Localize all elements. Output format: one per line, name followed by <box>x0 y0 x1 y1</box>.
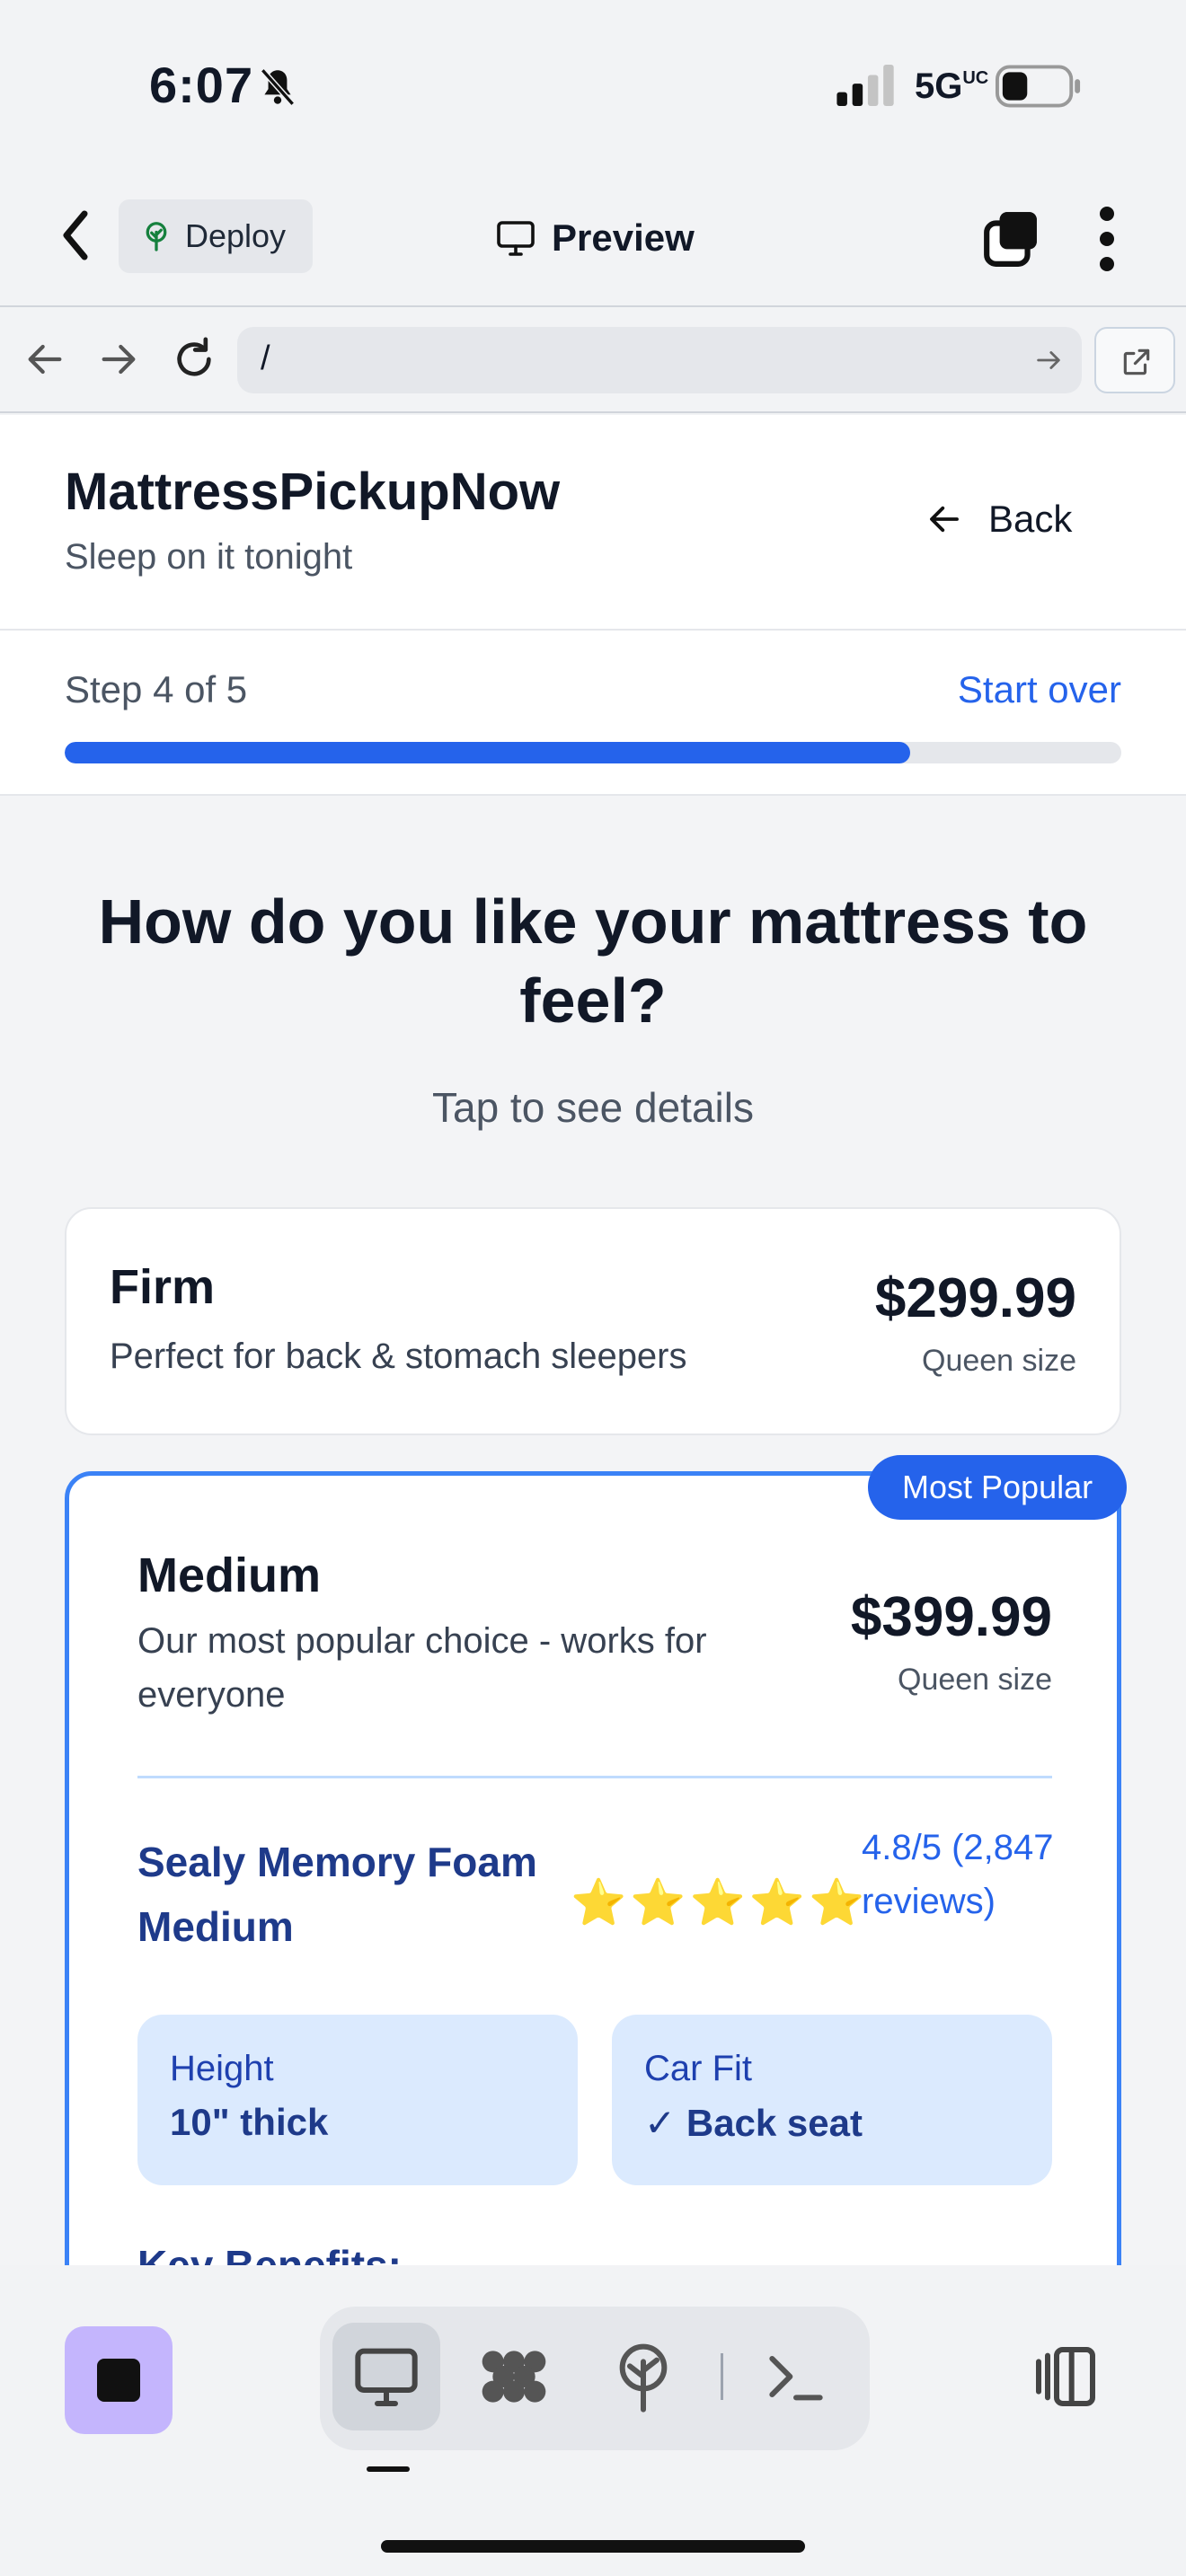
active-tab-indicator <box>367 2466 410 2472</box>
network-type: 5GUC <box>915 66 989 106</box>
bell-muted-icon <box>260 68 296 106</box>
star-rating: ⭐⭐⭐⭐⭐ <box>571 1877 869 1928</box>
product-name: Sealy Memory Foam Medium <box>137 1839 537 1950</box>
option-description: Perfect for back & stomach sleepers <box>110 1337 687 1376</box>
brand-tagline: Sleep on it tonight <box>65 537 353 577</box>
app-toolbar: Deploy Preview <box>0 171 1186 305</box>
preview-tab[interactable]: Preview <box>494 207 695 269</box>
option-name: Medium <box>137 1548 322 1602</box>
open-external-button[interactable] <box>1094 327 1175 393</box>
stop-icon <box>97 2359 140 2402</box>
option-price: $299.99 <box>874 1267 1076 1329</box>
option-card-medium[interactable]: Medium Our most popular choice - works f… <box>65 1471 1121 2265</box>
spec-label: Height <box>170 2049 274 2088</box>
back-button[interactable]: Back <box>925 498 1072 541</box>
site-header: MattressPickupNow Sleep on it tonight Ba… <box>0 415 1186 631</box>
progress-fill <box>65 742 910 763</box>
monitor-icon[interactable] <box>350 2341 422 2413</box>
spec-value: ✓ Back seat <box>644 2102 863 2144</box>
arrow-left-icon <box>930 506 959 533</box>
preview-label: Preview <box>552 216 695 259</box>
deploy-label: Deploy <box>185 217 287 254</box>
grid-blob-icon[interactable] <box>478 2341 550 2413</box>
external-link-icon <box>1123 348 1150 375</box>
benefits-title: Key Benefits: <box>137 2242 402 2265</box>
progress-section: Step 4 of 5 Start over <box>0 631 1186 796</box>
status-time: 6:07 <box>149 57 254 113</box>
chevron-left-icon[interactable] <box>56 207 95 264</box>
arrow-left-icon[interactable] <box>20 334 70 384</box>
status-bar: 6:07 5GUC <box>0 0 1186 171</box>
tree-icon <box>146 222 167 251</box>
back-label: Back <box>988 498 1073 540</box>
deploy-button[interactable]: Deploy <box>119 199 313 273</box>
option-price: $399.99 <box>850 1586 1052 1648</box>
battery-icon <box>996 65 1081 108</box>
terminal-icon[interactable] <box>760 2341 832 2413</box>
view-switcher <box>320 2307 870 2450</box>
rating-text: 4.8/5 (2,847 reviews) <box>862 1828 1054 1921</box>
arrow-right-icon[interactable] <box>93 334 144 384</box>
step-label: Step 4 of 5 <box>65 668 248 710</box>
bottom-toolbar <box>0 2265 1186 2576</box>
option-size: Queen size <box>898 1663 1052 1697</box>
home-indicator <box>381 2540 805 2553</box>
page-viewport: MattressPickupNow Sleep on it tonight Ba… <box>0 415 1186 2265</box>
tree-icon[interactable] <box>607 2341 679 2413</box>
brand-name: MattressPickupNow <box>65 463 561 521</box>
spec-value: 10" thick <box>170 2101 329 2143</box>
most-popular-badge: Most Popular <box>868 1455 1128 1520</box>
progress-track <box>65 742 1121 763</box>
spec-height: Height 10" thick <box>137 2015 578 2185</box>
spec-label: Car Fit <box>644 2049 752 2088</box>
url-text: / <box>261 340 270 377</box>
option-card-firm[interactable]: Firm Perfect for back & stomach sleepers… <box>65 1207 1121 1435</box>
divider <box>137 1776 1052 1778</box>
question-title: How do you like your mattress to feel? <box>98 887 1088 1036</box>
kebab-icon[interactable] <box>1089 203 1125 275</box>
monitor-icon <box>497 221 535 256</box>
split-layout-icon[interactable] <box>1030 2341 1102 2413</box>
question-hint: Tap to see details <box>431 1084 754 1131</box>
tabs-icon[interactable] <box>981 208 1040 268</box>
option-description: Our most popular choice - works for ever… <box>137 1621 707 1715</box>
option-size: Queen size <box>922 1344 1076 1378</box>
spec-car-fit: Car Fit ✓ Back seat <box>612 2015 1052 2185</box>
separator <box>721 2353 723 2400</box>
cell-signal-icon <box>836 65 894 106</box>
go-arrow-icon[interactable] <box>1033 345 1064 375</box>
option-name: Firm <box>110 1260 216 1314</box>
stop-button[interactable] <box>65 2326 173 2434</box>
browser-bar: / <box>0 305 1186 413</box>
reload-icon[interactable] <box>169 334 219 384</box>
url-bar[interactable]: / <box>237 327 1082 393</box>
start-over-link[interactable]: Start over <box>958 668 1121 711</box>
